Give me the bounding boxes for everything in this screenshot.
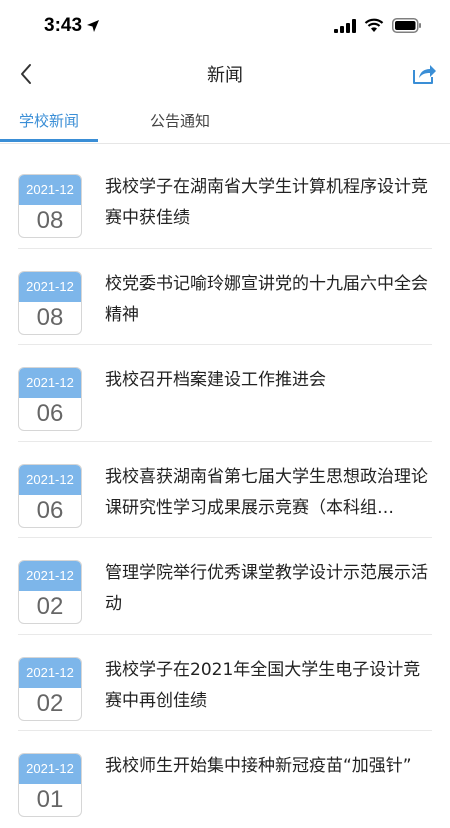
- tab-label: 学校新闻: [18, 112, 79, 130]
- date-year-month: 2021-12: [19, 271, 81, 302]
- news-title: 我校召开档案建设工作推进会: [105, 370, 326, 390]
- date-year-month: 2021-12: [19, 657, 81, 688]
- date-year-month: 2021-12: [19, 368, 81, 398]
- news-item[interactable]: 2021-12 02 管理学院举行优秀课堂教学设计示范展示活动: [0, 538, 450, 635]
- tab-announcements[interactable]: 公告通知: [130, 110, 230, 144]
- date-badge: 2021-12 06: [18, 463, 82, 528]
- cellular-signal-icon: [334, 18, 356, 33]
- status-icons: [334, 18, 422, 33]
- date-badge: 2021-12 01: [18, 753, 82, 817]
- date-badge: 2021-12 06: [18, 367, 82, 431]
- date-day: 02: [36, 593, 64, 620]
- news-item[interactable]: 2021-12 08 我校学子在湖南省大学生计算机程序设计竞赛中获佳绩: [0, 152, 450, 249]
- date-day: 01: [36, 786, 64, 813]
- share-icon: [413, 65, 436, 84]
- page-title: 新闻: [207, 65, 243, 86]
- date-badge: 2021-12 02: [18, 560, 82, 624]
- tab-bar: 学校新闻 公告通知: [0, 100, 450, 144]
- date-year-month: 2021-12: [19, 464, 81, 495]
- share-button[interactable]: [408, 58, 440, 90]
- news-title: 管理学院举行优秀课堂教学设计示范展示活动: [105, 563, 428, 614]
- date-badge: 2021-12 08: [18, 174, 82, 238]
- clock-text: 3:43: [44, 15, 83, 36]
- active-tab-indicator: [0, 139, 98, 142]
- date-year-month: 2021-12: [19, 561, 81, 591]
- date-day: 06: [36, 496, 64, 524]
- wifi-icon: [364, 18, 384, 32]
- news-title: 我校喜获湖南省第七届大学生思想政治理论课研究性学习成果展示竞赛（本科组…: [105, 466, 428, 518]
- nav-bar: 新闻: [0, 52, 450, 96]
- news-title: 我校学子在湖南省大学生计算机程序设计竞赛中获佳绩: [105, 177, 428, 228]
- status-time: 3:43: [44, 15, 100, 37]
- news-title: 校党委书记喻玲娜宣讲党的十九届六中全会精神: [105, 273, 428, 325]
- date-day: 08: [36, 207, 64, 234]
- location-arrow-icon: [87, 20, 100, 32]
- news-title: 我校学子在2021年全国大学生电子设计竞赛中再创佳绩: [105, 659, 421, 711]
- date-day: 06: [36, 400, 64, 427]
- news-item[interactable]: 2021-12 08 校党委书记喻玲娜宣讲党的十九届六中全会精神: [0, 249, 450, 345]
- news-list: 2021-12 08 我校学子在湖南省大学生计算机程序设计竞赛中获佳绩 2021…: [0, 152, 450, 828]
- status-bar: 3:43: [0, 0, 450, 52]
- date-badge: 2021-12 08: [18, 270, 82, 335]
- battery-icon: [392, 18, 421, 33]
- date-year-month: 2021-12: [19, 175, 81, 205]
- news-item[interactable]: 2021-12 02 我校学子在2021年全国大学生电子设计竞赛中再创佳绩: [0, 635, 450, 731]
- news-item[interactable]: 2021-12 01 我校师生开始集中接种新冠疫苗“加强针”: [0, 731, 450, 828]
- news-item[interactable]: 2021-12 06 我校召开档案建设工作推进会: [0, 345, 450, 442]
- date-day: 02: [36, 689, 64, 717]
- news-item[interactable]: 2021-12 06 我校喜获湖南省第七届大学生思想政治理论课研究性学习成果展示…: [0, 442, 450, 538]
- date-day: 08: [36, 303, 64, 331]
- news-title: 我校师生开始集中接种新冠疫苗“加强针”: [105, 756, 412, 776]
- tab-label: 公告通知: [149, 112, 210, 130]
- date-badge: 2021-12 02: [18, 656, 82, 721]
- date-year-month: 2021-12: [19, 754, 81, 784]
